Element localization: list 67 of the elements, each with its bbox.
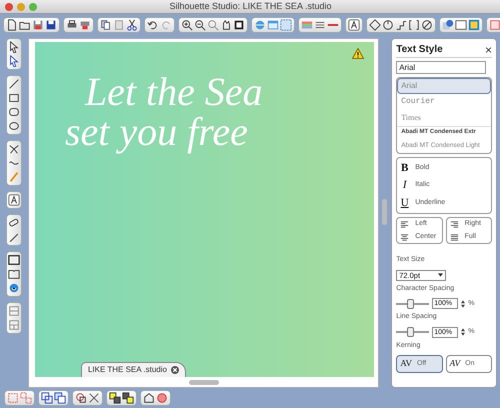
scrollbar-thumb[interactable]: [188, 380, 219, 384]
library-icon[interactable]: [442, 19, 454, 31]
undo-icon[interactable]: [147, 19, 159, 31]
font-field[interactable]: Arial: [396, 61, 486, 74]
house-icon[interactable]: [143, 392, 155, 404]
overlap-icon[interactable]: [54, 392, 66, 404]
grid-icon[interactable]: [280, 19, 292, 31]
brackets-icon[interactable]: [408, 19, 420, 31]
page-frame-icon[interactable]: [8, 254, 20, 266]
no-entry-icon[interactable]: [421, 19, 433, 31]
weld-icon[interactable]: [41, 392, 53, 404]
ungroup-icon[interactable]: [20, 392, 32, 404]
text-icon[interactable]: [8, 194, 20, 206]
text-icon[interactable]: [348, 19, 360, 31]
scissors-icon[interactable]: [126, 19, 138, 31]
diamond-icon[interactable]: [369, 19, 381, 31]
scrollbar-thumb[interactable]: [382, 199, 387, 225]
line-icon[interactable]: [8, 78, 20, 90]
font-list-item[interactable]: Times: [397, 110, 491, 126]
panel-title: Text Style: [396, 43, 443, 57]
eraser-icon[interactable]: [8, 217, 20, 229]
knife-tool-icon[interactable]: [8, 231, 20, 243]
align-left-icon: [400, 220, 410, 229]
square-icon[interactable]: [233, 19, 245, 31]
cross-icon[interactable]: [88, 392, 100, 404]
layers-back-icon[interactable]: [122, 392, 134, 404]
framed-square-icon[interactable]: [468, 19, 480, 31]
slider-thumb[interactable]: [407, 327, 414, 338]
offset-icon[interactable]: [75, 392, 87, 404]
document-tab[interactable]: LIKE THE SEA .studio: [80, 362, 186, 377]
align-right-icon: [450, 220, 459, 229]
zoom-in-icon[interactable]: [181, 19, 193, 31]
rectangle-icon[interactable]: [8, 92, 20, 104]
close-icon[interactable]: [170, 366, 179, 374]
color-bars-icon[interactable]: [301, 19, 313, 31]
ellipse-icon[interactable]: [8, 120, 20, 132]
folder-icon[interactable]: [19, 19, 31, 31]
frame-icon[interactable]: [489, 19, 500, 31]
page-icon[interactable]: [6, 19, 18, 31]
copy-icon[interactable]: [100, 19, 112, 31]
font-list-item[interactable]: Courier: [397, 94, 491, 110]
caret-icon[interactable]: [438, 273, 444, 278]
split-top-icon[interactable]: [8, 305, 20, 317]
stepper-icon[interactable]: [461, 328, 466, 336]
pointer-icon[interactable]: [8, 41, 20, 53]
steps-icon[interactable]: [395, 19, 407, 31]
lines-icon[interactable]: [314, 19, 326, 31]
save-icon[interactable]: [32, 19, 44, 31]
window-icon[interactable]: [455, 19, 467, 31]
panel-icon[interactable]: [267, 19, 279, 31]
close-light-icon[interactable]: [5, 2, 13, 10]
slider-thumb[interactable]: [407, 298, 414, 309]
design-canvas[interactable]: Let the Sea set you free LIKE THE SEA .studio: [34, 42, 374, 377]
book-icon[interactable]: [8, 268, 20, 280]
align-full-icon: [450, 232, 459, 242]
node-pointer-icon[interactable]: [8, 55, 20, 67]
rounded-rectangle-icon[interactable]: [8, 106, 20, 118]
group-icon[interactable]: [7, 392, 19, 404]
close-button[interactable]: ×: [484, 42, 492, 57]
align-center-icon: [400, 232, 410, 242]
polygon-icon[interactable]: [8, 143, 20, 155]
stop-icon[interactable]: [156, 392, 168, 404]
stepper-icon[interactable]: [461, 300, 466, 308]
split-both-icon[interactable]: [8, 319, 20, 331]
layers-icon[interactable]: [109, 392, 121, 404]
zoom-out-icon[interactable]: [194, 19, 206, 31]
window-title: Silhouette Studio: LIKE THE SEA .studio: [168, 0, 332, 13]
